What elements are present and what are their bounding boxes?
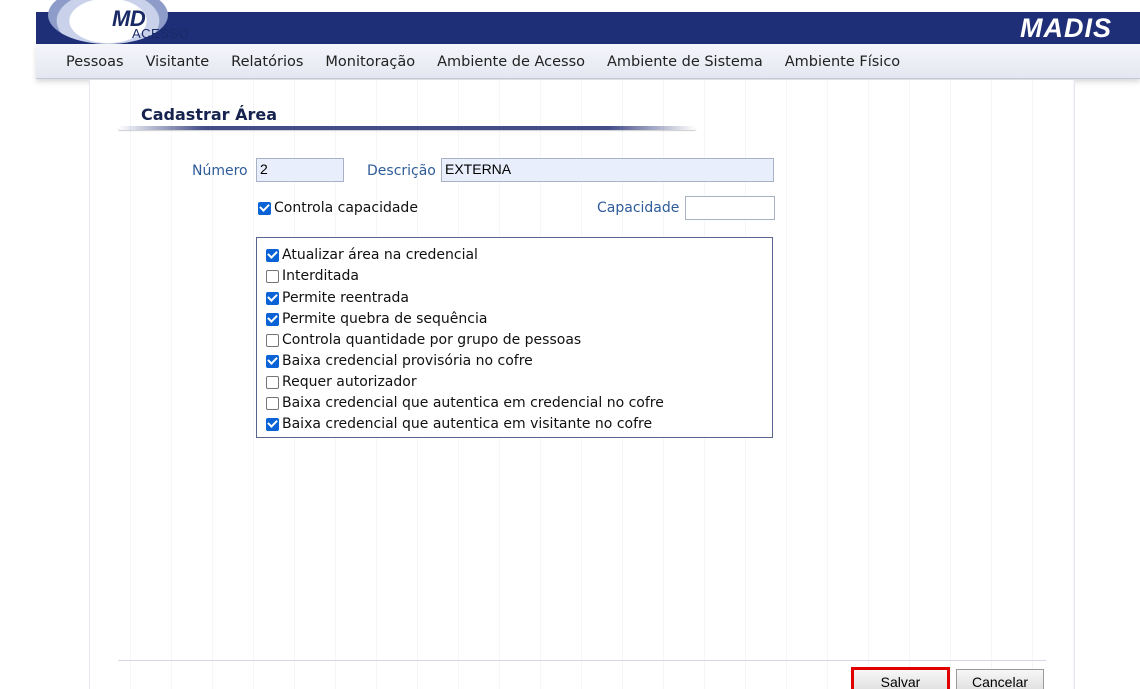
option-row[interactable]: Baixa credencial que autentica em creden…	[266, 395, 664, 411]
numero-field[interactable]: 2	[256, 158, 344, 182]
descricao-field[interactable]: EXTERNA	[441, 158, 774, 182]
option-row[interactable]: Atualizar área na credencial	[266, 247, 478, 263]
option-checkbox[interactable]	[266, 354, 279, 368]
option-checkbox[interactable]	[266, 417, 279, 431]
option-label: Interditada	[282, 268, 359, 284]
option-label: Atualizar área na credencial	[282, 247, 478, 263]
option-checkbox[interactable]	[266, 269, 279, 283]
save-button[interactable]: Salvar	[851, 667, 950, 689]
logo-subtext: ACESSO	[132, 26, 190, 41]
option-row[interactable]: Interditada	[266, 268, 359, 284]
menu-item-pessoas[interactable]: Pessoas	[66, 54, 124, 70]
option-label: Controla quantidade por grupo de pessoas	[282, 332, 582, 348]
option-row[interactable]: Baixa credencial provisória no cofre	[266, 353, 533, 369]
option-label: Baixa credencial que autentica em creden…	[282, 395, 664, 411]
option-checkbox[interactable]	[266, 291, 279, 305]
logo: MD ACESSO	[36, 0, 246, 44]
menu-item-visitante[interactable]: Visitante	[146, 54, 210, 70]
app-window: MD ACESSO MADIS Pessoas Visitante Relató…	[0, 0, 1140, 689]
option-row[interactable]: Permite reentrada	[266, 290, 409, 306]
option-checkbox[interactable]	[266, 248, 279, 262]
options-box: Atualizar área na credencial Interditada…	[256, 237, 773, 438]
numero-label: Número	[192, 163, 248, 179]
menu-item-relatorios[interactable]: Relatórios	[231, 54, 303, 70]
menu-item-monitoracao[interactable]: Monitoração	[325, 54, 415, 70]
capacidade-field[interactable]	[685, 196, 775, 220]
option-row[interactable]: Baixa credencial que autentica em visita…	[266, 416, 652, 432]
menu-item-ambiente-de-sistema[interactable]: Ambiente de Sistema	[607, 54, 763, 70]
option-label: Permite reentrada	[282, 290, 409, 306]
footer-divider	[118, 660, 1046, 661]
capacidade-label: Capacidade	[597, 200, 680, 216]
controla-capacidade-checkbox[interactable]	[258, 201, 271, 215]
header-bar: MD ACESSO MADIS	[36, 0, 1140, 44]
option-label: Baixa credencial que autentica em visita…	[282, 416, 653, 432]
controla-capacidade-label: Controla capacidade	[274, 200, 418, 216]
option-row[interactable]: Permite quebra de sequência	[266, 311, 487, 327]
main-menu: Pessoas Visitante Relatórios Monitoração…	[36, 44, 1140, 79]
option-checkbox[interactable]	[266, 333, 279, 347]
brand-logo: MADIS	[1020, 13, 1112, 43]
option-row[interactable]: Requer autorizador	[266, 374, 417, 390]
option-checkbox[interactable]	[266, 312, 279, 326]
option-label: Permite quebra de sequência	[282, 311, 488, 327]
option-row[interactable]: Controla quantidade por grupo de pessoas	[266, 332, 581, 348]
title-underline	[118, 126, 696, 130]
option-label: Requer autorizador	[282, 374, 417, 390]
option-checkbox[interactable]	[266, 375, 279, 389]
controla-capacidade-row[interactable]: Controla capacidade	[258, 200, 418, 216]
menu-item-ambiente-de-acesso[interactable]: Ambiente de Acesso	[437, 54, 585, 70]
option-label: Baixa credencial provisória no cofre	[282, 353, 533, 369]
page-title: Cadastrar Área	[141, 105, 278, 124]
descricao-label: Descrição	[367, 163, 436, 179]
menu-item-ambiente-fisico[interactable]: Ambiente Físico	[785, 54, 900, 70]
option-checkbox[interactable]	[266, 396, 279, 410]
cancel-button[interactable]: Cancelar	[956, 669, 1044, 689]
